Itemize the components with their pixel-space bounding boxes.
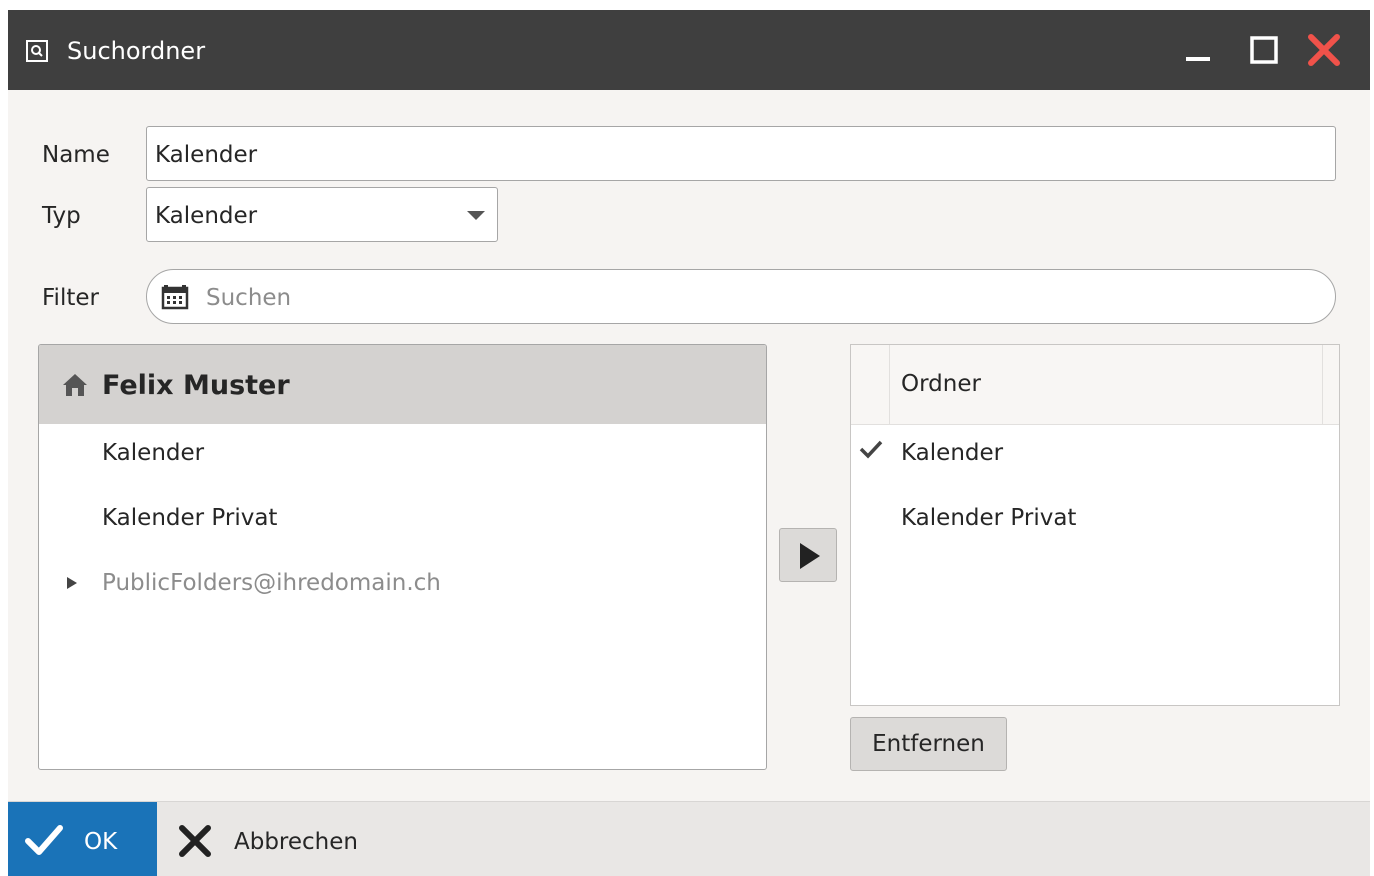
name-field[interactable]: Kalender <box>146 126 1336 181</box>
type-select[interactable]: Kalender <box>146 187 498 242</box>
tree-root-label: Felix Muster <box>102 370 290 401</box>
filter-search-input[interactable]: Suchen <box>146 269 1336 324</box>
add-folder-button[interactable] <box>779 528 837 582</box>
expand-arrow-icon[interactable] <box>67 577 77 589</box>
chevron-down-icon <box>467 211 485 220</box>
maximize-icon[interactable] <box>1246 32 1282 68</box>
table-row[interactable]: Kalender <box>851 425 1339 481</box>
name-label: Name <box>42 142 110 168</box>
tree-root-felix-muster[interactable]: Felix Muster <box>39 345 766 424</box>
column-divider <box>1322 345 1323 424</box>
checkmark-icon <box>25 825 63 855</box>
table-row[interactable]: Kalender Privat <box>851 490 1339 546</box>
minimize-icon[interactable] <box>1180 32 1216 68</box>
home-icon <box>63 374 87 396</box>
checkmark-icon <box>859 440 883 459</box>
cancel-label: Abbrechen <box>234 829 358 855</box>
window-title: Suchordner <box>67 37 206 65</box>
tree-item-kalender[interactable]: Kalender <box>39 425 766 481</box>
grid-header: Ordner <box>851 345 1339 425</box>
title-bar: Suchordner <box>8 10 1370 90</box>
cancel-button[interactable]: Abbrechen <box>157 802 387 876</box>
column-divider <box>889 345 890 424</box>
ok-button[interactable]: OK <box>8 802 157 876</box>
filter-label: Filter <box>42 285 99 311</box>
row-label: Kalender <box>901 440 1004 466</box>
remove-button[interactable]: Entfernen <box>850 717 1007 771</box>
close-icon[interactable] <box>1306 32 1342 68</box>
tree-item-label: Kalender Privat <box>102 505 278 531</box>
name-value: Kalender <box>155 142 258 168</box>
tree-item-public-folders[interactable]: PublicFolders@ihredomain.ch <box>39 555 766 611</box>
footer-bar: OK Abbrechen <box>8 801 1370 876</box>
type-value: Kalender <box>155 203 258 229</box>
tree-item-label: PublicFolders@ihredomain.ch <box>102 570 441 596</box>
filter-placeholder: Suchen <box>206 285 292 311</box>
calendar-icon <box>161 285 189 310</box>
row-label: Kalender Privat <box>901 505 1077 531</box>
selected-folders-grid: Ordner Kalender Kalender Privat <box>850 344 1340 706</box>
play-icon <box>800 543 820 569</box>
type-label: Typ <box>42 203 81 229</box>
close-icon <box>179 825 211 857</box>
search-folder-icon <box>26 40 48 62</box>
tree-item-label: Kalender <box>102 440 205 466</box>
folder-tree[interactable]: Felix Muster Kalender Kalender Privat Pu… <box>38 344 767 770</box>
tree-item-kalender-privat[interactable]: Kalender Privat <box>39 490 766 546</box>
dialog: Suchordner Name Kalender Typ Kalender Fi… <box>8 10 1370 876</box>
ok-label: OK <box>84 829 118 855</box>
column-header-ordner[interactable]: Ordner <box>901 369 981 399</box>
